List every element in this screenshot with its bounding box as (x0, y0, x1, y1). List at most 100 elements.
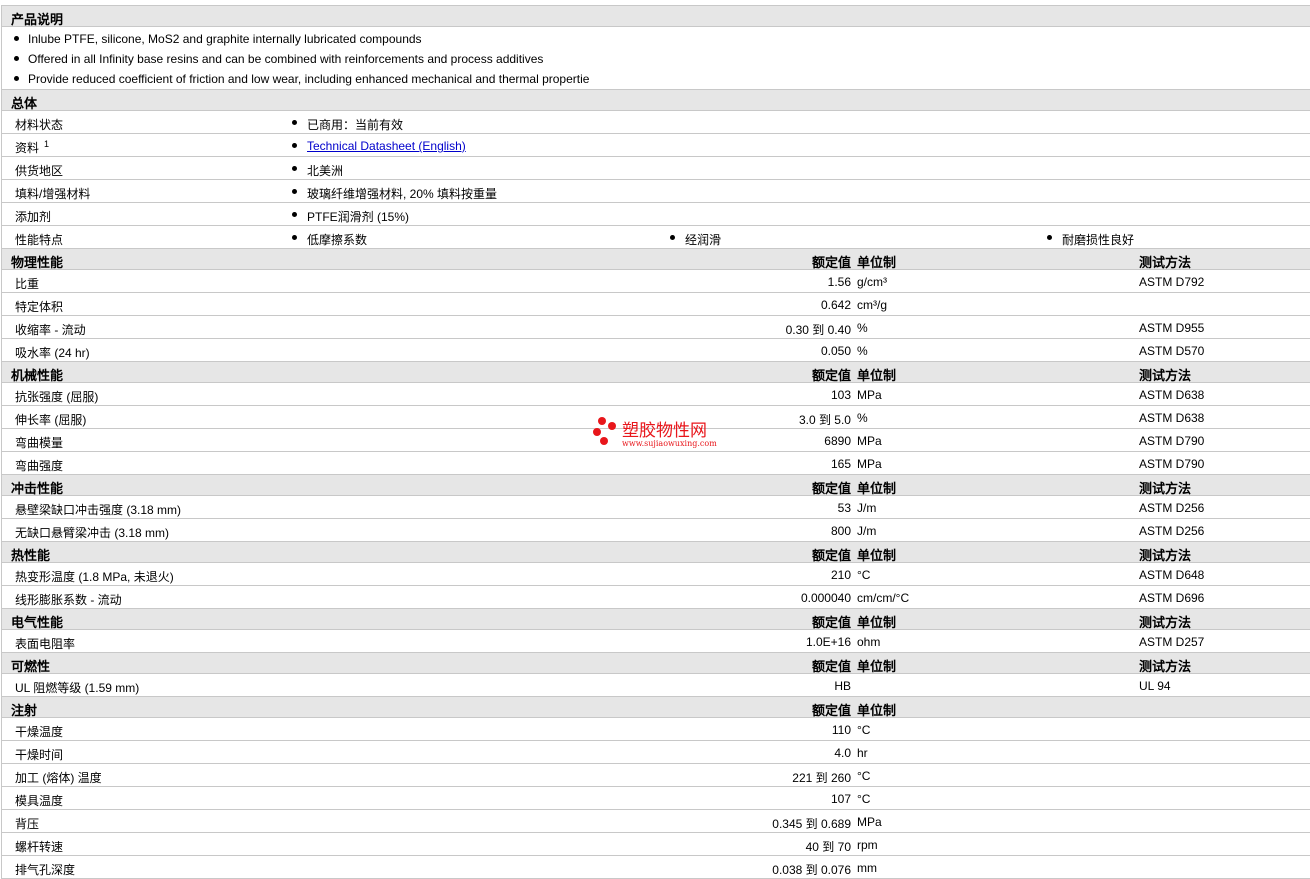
header-nominal: 额定值 (811, 481, 851, 496)
bullet-icon (292, 143, 297, 148)
test-method: ASTM D570 (1139, 344, 1205, 358)
property-unit: °C (857, 723, 871, 737)
watermark-logo: 塑胶物性网 www.sujiaowuxing.com (592, 414, 722, 453)
row-label-wrap: 资料 1 (15, 139, 49, 156)
property-value: 0.000040 (800, 591, 851, 605)
bullet-icon (292, 166, 297, 171)
header-unit: 单位制 (857, 481, 897, 496)
property-label: 无缺口悬臂梁冲击 (3.18 mm) (15, 526, 170, 540)
property-label: 表面电阻率 (15, 637, 76, 651)
table-row: 悬壁梁缺口冲击强度 (3.18 mm) 53 J/m ASTM D256 (2, 496, 1310, 519)
property-label: 线形膨胀系数 - 流动 (15, 593, 122, 607)
property-unit: °C (857, 769, 871, 783)
property-value: 0.050 (820, 344, 851, 358)
property-label: 热变形温度 (1.8 MPa, 未退火) (15, 570, 174, 584)
property-label: 悬壁梁缺口冲击强度 (3.18 mm) (15, 503, 182, 517)
row-value: 经润滑 (685, 233, 722, 247)
property-value: 1.0E+16 (805, 635, 851, 649)
property-value: 107 (830, 792, 851, 806)
header-nominal: 额定值 (811, 615, 851, 630)
watermark-dots-icon: 塑胶物性网 www.sujiaowuxing.com (593, 417, 717, 448)
bullet-icon (292, 120, 297, 125)
datasheet-link[interactable]: Technical Datasheet (English) (307, 139, 466, 153)
section-header-description: 产品说明 (2, 6, 1310, 27)
bullet-icon (292, 235, 297, 240)
header-unit: 单位制 (857, 548, 897, 563)
test-method: ASTM D638 (1139, 388, 1205, 402)
row-label: 添加剂 (15, 210, 52, 224)
section-header: 可燃性 额定值 单位制 测试方法 (2, 653, 1310, 674)
property-label: 吸水率 (24 hr) (15, 346, 90, 360)
section-title: 机械性能 (11, 368, 64, 383)
property-label: 背压 (15, 817, 40, 831)
table-row: UL 阻燃等级 (1.59 mm) HB UL 94 (2, 674, 1310, 697)
property-unit: % (857, 344, 868, 358)
bullet-icon (292, 189, 297, 194)
property-unit: mm (857, 861, 877, 875)
property-label: 加工 (熔体) 温度 (15, 771, 102, 785)
property-value: 0.642 (820, 298, 851, 312)
property-unit: cm³/g (857, 298, 887, 312)
property-label: 抗张强度 (屈服) (15, 390, 99, 404)
property-value: 110 (831, 723, 851, 737)
table-row: 热变形温度 (1.8 MPa, 未退火) 210 °C ASTM D648 (2, 563, 1310, 586)
property-unit: J/m (857, 524, 877, 538)
property-unit: rpm (857, 838, 878, 852)
table-row: 模具温度 107 °C (2, 787, 1310, 810)
property-label: 螺杆转速 (15, 840, 64, 854)
bullet-text: Offered in all Infinity base resins and … (28, 52, 544, 66)
header-unit: 单位制 (857, 255, 897, 270)
table-row: 线形膨胀系数 - 流动 0.000040 cm/cm/°C ASTM D696 (2, 586, 1310, 609)
table-row: 排气孔深度 0.038 到 0.076 mm (2, 856, 1310, 879)
property-value: 0.30 到 0.40 (785, 323, 851, 337)
svg-text:www.sujiaowuxing.com: www.sujiaowuxing.com (622, 439, 717, 448)
row-value: 北美洲 (307, 164, 344, 178)
property-label: 收缩率 - 流动 (15, 323, 86, 337)
header-unit: 单位制 (857, 703, 897, 718)
section-title: 冲击性能 (11, 481, 64, 496)
property-value: 165 (830, 457, 851, 471)
property-value: 53 (837, 501, 851, 515)
property-label: 排气孔深度 (15, 863, 76, 877)
test-method: ASTM D955 (1139, 321, 1205, 335)
section-header: 冲击性能 额定值 单位制 测试方法 (2, 475, 1310, 496)
row-label: 供货地区 (15, 164, 64, 178)
property-unit: MPa (857, 815, 882, 829)
header-test-method: 测试方法 (1139, 368, 1192, 383)
property-value: 103 (830, 388, 851, 402)
header-test-method: 测试方法 (1139, 255, 1192, 270)
test-method: ASTM D638 (1139, 411, 1205, 425)
header-nominal: 额定值 (811, 368, 851, 383)
table-row: 资料 1 Technical Datasheet (English) (2, 134, 1310, 157)
table-row: 加工 (熔体) 温度 221 到 260 °C (2, 764, 1310, 787)
table-row: 背压 0.345 到 0.689 MPa (2, 810, 1310, 833)
bullet-text: Inlube PTFE, silicone, MoS2 and graphite… (28, 32, 422, 46)
bullet-icon (14, 36, 19, 41)
row-label: 填料/增强材料 (15, 187, 91, 201)
row-value: 已商用：当前有效 (307, 118, 404, 132)
bullet-icon (1047, 235, 1052, 240)
header-test-method: 测试方法 (1139, 659, 1192, 674)
header-nominal: 额定值 (811, 255, 851, 270)
header-test-method: 测试方法 (1139, 615, 1192, 630)
test-method: ASTM D792 (1139, 275, 1205, 289)
header-unit: 单位制 (857, 659, 897, 674)
row-value: 玻璃纤维增强材料, 20% 填料按重量 (307, 187, 498, 201)
row-value: PTFE润滑剂 (15%) (307, 210, 410, 224)
property-value: HB (834, 679, 851, 693)
section-title: 可燃性 (11, 659, 51, 674)
table-row: 抗张强度 (屈服) 103 MPa ASTM D638 (2, 383, 1310, 406)
table-row: 性能特点 低摩擦系数 经润滑 耐磨损性良好 (2, 226, 1310, 249)
property-unit: MPa (857, 434, 882, 448)
table-row: 收缩率 - 流动 0.30 到 0.40% ASTM D955 (2, 316, 1310, 339)
property-sections: 物理性能 额定值 单位制 测试方法 比重 1.56 g/cm³ ASTM D792 特定体积 0.… (2, 249, 1310, 879)
property-label: 干燥时间 (15, 748, 64, 762)
test-method: UL 94 (1139, 679, 1171, 693)
test-method: ASTM D696 (1139, 591, 1205, 605)
section-header: 电气性能 额定值 单位制 测试方法 (2, 609, 1310, 630)
section-header-general: 总体 (2, 90, 1310, 111)
property-value: 1.56 (827, 275, 851, 289)
property-value: 40 到 70 (805, 840, 851, 854)
section-title: 注射 (11, 703, 38, 718)
test-method: ASTM D257 (1139, 635, 1205, 649)
